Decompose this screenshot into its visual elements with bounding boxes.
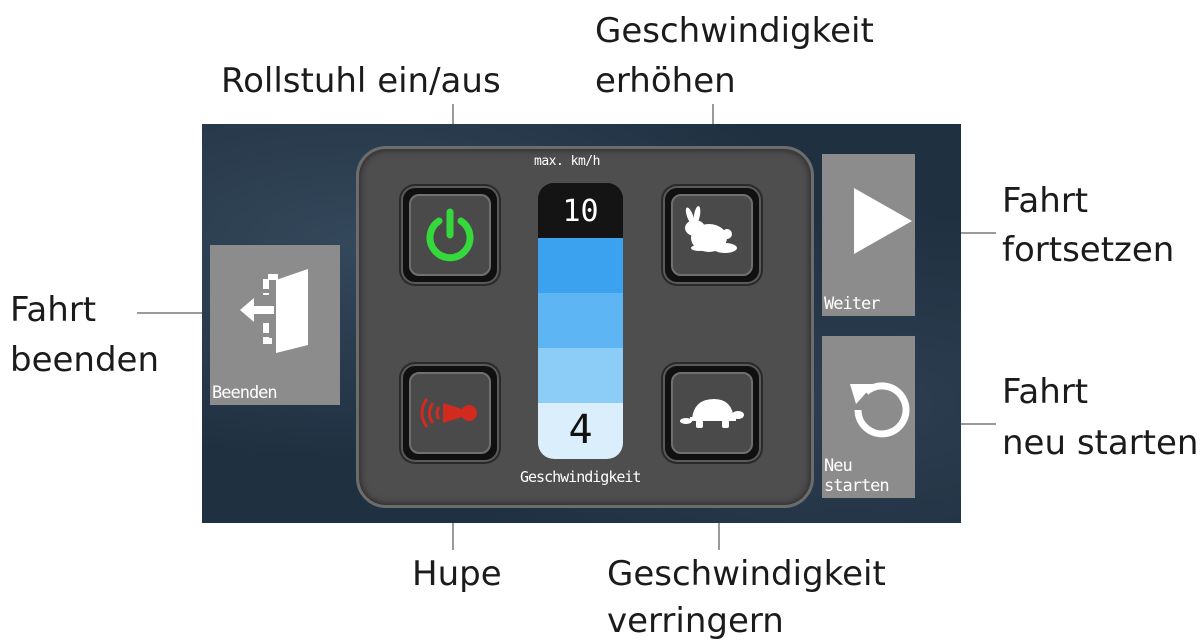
callout-horn: Hupe [412,554,502,594]
restart-button-label: Neu starten [824,456,890,496]
max-speed-value: 10 [538,183,623,238]
restart-icon [850,382,910,438]
callout-continue-line1: Fahrt [1002,181,1089,221]
callout-continue-line2: fortsetzen [1002,230,1175,270]
continue-button-label: Weiter [824,294,880,314]
callout-speed-down-line1: Geschwindigkeit [607,554,886,594]
wheelchair-control-screen: Beenden max. km/h 10 4 Geschwindigkeit W… [202,124,961,523]
callout-power: Rollstuhl ein/aus [221,61,501,101]
power-icon [426,208,474,262]
current-speed-value: 4 [568,407,593,453]
speed-down-button[interactable] [663,364,761,462]
exit-button-label: Beenden [212,383,278,403]
max-speed-label: max. km/h [534,154,600,169]
callout-exit-line2: beenden [10,340,160,380]
speed-gauge: 10 4 [538,183,623,459]
horn-icon [420,398,477,428]
speed-up-button[interactable] [663,186,761,284]
gauge-segment [538,293,623,348]
power-button[interactable] [401,186,499,284]
callout-restart-line2: neu starten [1002,423,1199,463]
speed-label: Geschwindigkeit [520,468,641,486]
gauge-segment [538,348,623,403]
callout-speed-up-line2: erhöhen [595,61,736,101]
exit-button[interactable]: Beenden [210,245,340,405]
callout-speed-up-line1: Geschwindigkeit [595,11,874,51]
callout-exit-line1: Fahrt [10,290,97,330]
turtle-icon [680,399,744,428]
rabbit-icon [685,206,737,253]
continue-button[interactable]: Weiter [822,154,915,316]
horn-button[interactable] [401,364,499,462]
restart-button[interactable]: Neu starten [822,336,915,498]
callout-restart-line1: Fahrt [1002,372,1089,412]
exit-door-icon [240,269,308,353]
play-icon [854,188,912,254]
gauge-segment [538,238,623,293]
callout-speed-down-line2: verringern [607,601,784,641]
